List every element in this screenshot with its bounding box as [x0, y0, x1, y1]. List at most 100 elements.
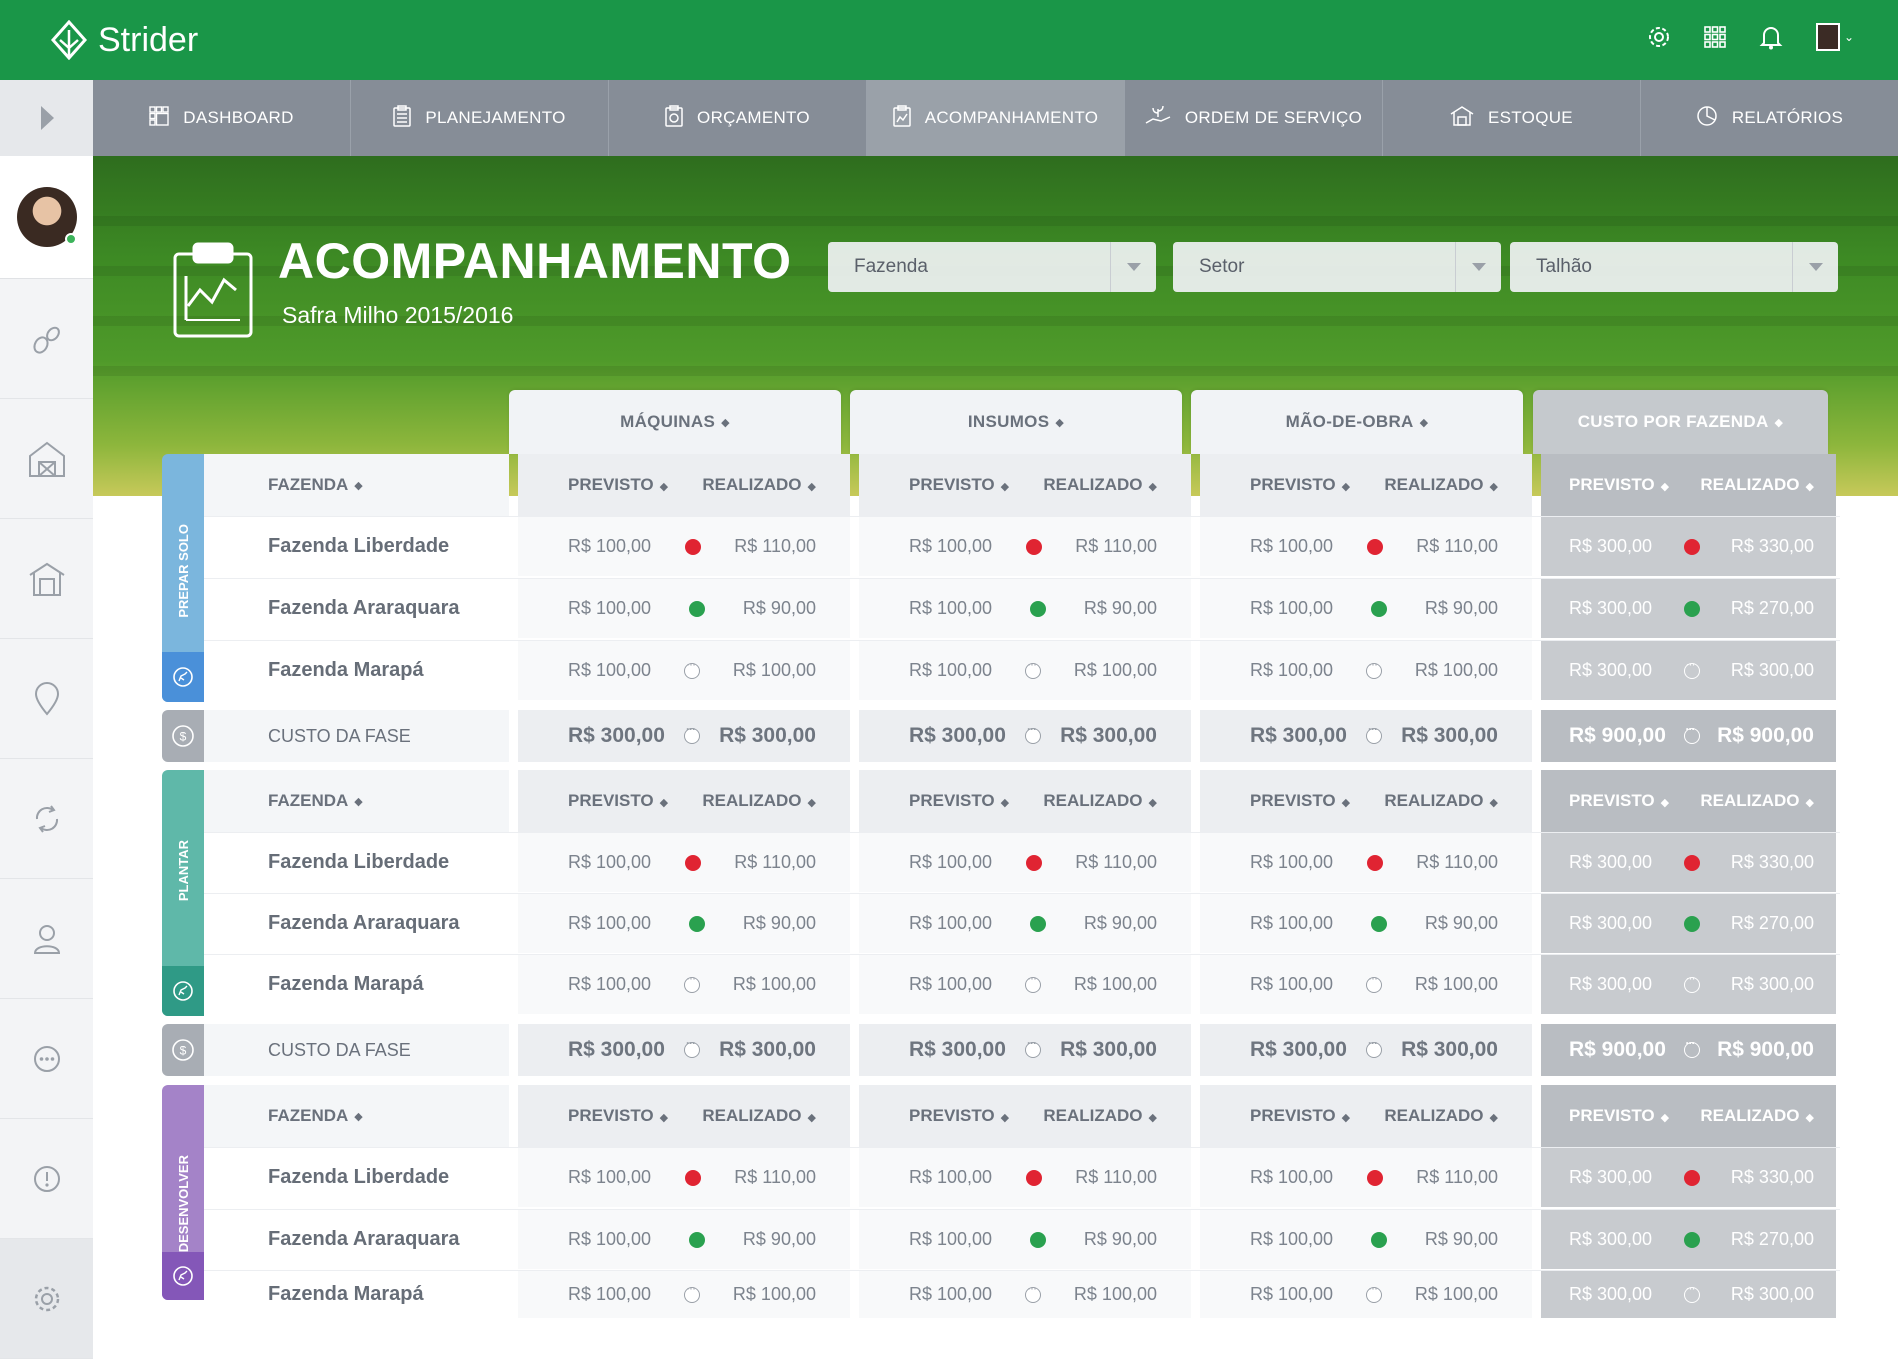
previsto-header[interactable]: PREVISTO ◆	[1569, 1106, 1669, 1126]
custo-cell-group: R$ 900,00 R$ 900,00	[1541, 1024, 1836, 1076]
table-row[interactable]: Fazenda Liberdade R$ 100,00 R$ 110,00 R$ 10…	[204, 516, 1840, 576]
previsto-header[interactable]: PREVISTO ◆	[1250, 475, 1350, 495]
realizado-header[interactable]: REALIZADO ◆	[1043, 791, 1157, 811]
table-row[interactable]: Fazenda Liberdade R$ 100,00 R$ 110,00 R$ 10…	[204, 1147, 1840, 1207]
realizado-header[interactable]: REALIZADO ◆	[1700, 1106, 1814, 1126]
previsto-value: R$ 100,00	[1250, 598, 1334, 618]
custo-previsto: R$ 300,00	[909, 724, 1006, 747]
table-row[interactable]: Fazenda Araraquara R$ 100,00 R$ 90,00 R$ 10…	[204, 1209, 1840, 1269]
fazenda-select[interactable]: Fazenda	[828, 242, 1156, 292]
previsto-header[interactable]: PREVISTO ◆	[1569, 475, 1669, 495]
header-label: REALIZADO	[1384, 1106, 1484, 1125]
previsto-header[interactable]: PREVISTO ◆	[568, 475, 668, 495]
column-label: INSUMOS	[967, 412, 1050, 431]
header-label: PREVISTO	[909, 791, 995, 810]
previsto-header[interactable]: PREVISTO ◆	[1569, 791, 1669, 811]
status-red-icon	[1025, 1169, 1042, 1186]
sort-icon: ◆	[1805, 797, 1814, 809]
realizado-header[interactable]: REALIZADO ◆	[1384, 475, 1498, 495]
sidebar-item-seeds[interactable]	[0, 279, 93, 399]
fazenda-header[interactable]: FAZENDA ◆	[204, 770, 509, 832]
phase-edit-icon[interactable]	[162, 1252, 204, 1300]
previsto-header[interactable]: PREVISTO ◆	[909, 791, 1009, 811]
sidebar-item-warehouse[interactable]	[0, 519, 93, 639]
sidebar-toggle[interactable]	[0, 80, 93, 156]
sidebar-user[interactable]	[0, 156, 93, 279]
previsto-header[interactable]: PREVISTO ◆	[1250, 1106, 1350, 1126]
realizado-header[interactable]: REALIZADO ◆	[702, 1106, 816, 1126]
user-icon	[33, 924, 60, 954]
table-row[interactable]: Fazenda MarapáR$ 100,00R$ 100,00R$ 100,0…	[204, 954, 1840, 1014]
realizado-value: R$ 330,00	[1730, 1167, 1814, 1187]
sidebar-item-more[interactable]	[0, 999, 93, 1119]
nav-estoque[interactable]: ESTOQUE	[1383, 80, 1641, 156]
table-row[interactable]: Fazenda MarapáR$ 100,00R$ 100,00R$ 100,0…	[204, 1270, 1840, 1318]
realizado-header[interactable]: REALIZADO ◆	[1700, 475, 1814, 495]
column-header-insumos[interactable]: INSUMOS ◆	[850, 390, 1182, 454]
realizado-header[interactable]: REALIZADO ◆	[702, 475, 816, 495]
apps-grid-icon[interactable]	[1700, 22, 1730, 52]
phase-edit-icon[interactable]	[162, 652, 204, 702]
phase-edit-icon[interactable]	[162, 966, 204, 1016]
nav-dashboard[interactable]: DASHBOARD	[93, 80, 351, 156]
sidebar-item-location[interactable]	[0, 639, 93, 759]
realizado-header[interactable]: REALIZADO ◆	[1384, 791, 1498, 811]
realizado-value: R$ 300,00	[1730, 1284, 1814, 1304]
fazenda-header[interactable]: FAZENDA ◆	[204, 1085, 509, 1147]
realizado-header[interactable]: REALIZADO ◆	[1043, 1106, 1157, 1126]
custo-cell-group: R$ 900,00 R$ 900,00	[1541, 710, 1836, 762]
value-cell-group: R$ 100,00 R$ 100,00	[518, 1271, 850, 1318]
nav-orçamento[interactable]: ORÇAMENTO	[609, 80, 867, 156]
notifications-bell-icon[interactable]	[1756, 22, 1786, 52]
realizado-value: R$ 100,00	[732, 1284, 816, 1304]
previsto-header[interactable]: PREVISTO ◆	[909, 475, 1009, 495]
previsto-value: R$ 100,00	[1250, 536, 1334, 556]
sidebar-item-sync[interactable]	[0, 759, 93, 879]
nav-relatórios[interactable]: RELATÓRIOS	[1641, 80, 1898, 156]
realizado-header[interactable]: REALIZADO ◆	[1384, 1106, 1498, 1126]
previsto-header[interactable]: PREVISTO ◆	[1250, 791, 1350, 811]
talhao-select[interactable]: Talhão	[1510, 242, 1838, 292]
status-red-icon	[684, 538, 701, 555]
realizado-header[interactable]: REALIZADO ◆	[1700, 791, 1814, 811]
nav-label: DASHBOARD	[183, 108, 294, 127]
column-header-maquinas[interactable]: MÁQUINAS ◆	[509, 390, 841, 454]
previsto-header[interactable]: PREVISTO ◆	[568, 1106, 668, 1126]
user-menu[interactable]: ⌄	[1812, 22, 1858, 52]
nav-acompanhamento[interactable]: ACOMPANHAMENTO	[867, 80, 1125, 156]
table-row[interactable]: Fazenda MarapáR$ 100,00R$ 100,00R$ 100,0…	[204, 640, 1840, 700]
sidebar-item-settings[interactable]	[0, 1239, 93, 1359]
sidebar-item-barn[interactable]	[0, 399, 93, 519]
sort-icon: ◆	[1489, 481, 1498, 493]
realizado-value: R$ 110,00	[1075, 852, 1157, 872]
dollar-circle-icon: $	[172, 1039, 194, 1061]
previsto-value: R$ 100,00	[568, 598, 652, 618]
farm-name: Fazenda Liberdade	[204, 517, 509, 576]
previsto-value: R$ 100,00	[1250, 974, 1334, 994]
previsto-header[interactable]: PREVISTO ◆	[568, 791, 668, 811]
nav-ordem-de-serviço[interactable]: ORDEM DE SERVIÇO	[1125, 80, 1383, 156]
table-row[interactable]: Fazenda Liberdade R$ 100,00 R$ 110,00 R$ 10…	[204, 832, 1840, 892]
table-row[interactable]: Fazenda Araraquara R$ 100,00 R$ 90,00 R$ 10…	[204, 893, 1840, 953]
fazenda-header[interactable]: FAZENDA ◆	[204, 454, 509, 516]
previsto-header[interactable]: PREVISTO ◆	[909, 1106, 1009, 1126]
status-neutral-icon	[684, 1036, 700, 1058]
column-header-mao-de-obra[interactable]: MÃO-DE-OBRA ◆	[1191, 390, 1523, 454]
previsto-value: R$ 100,00	[568, 536, 652, 556]
setor-select[interactable]: Setor	[1173, 242, 1501, 292]
previsto-value: R$ 100,00	[1250, 1167, 1334, 1187]
realizado-header[interactable]: REALIZADO ◆	[702, 791, 816, 811]
value-cell-group: R$ 300,00 R$ 330,00	[1541, 517, 1836, 576]
previsto-value: R$ 100,00	[909, 1167, 993, 1187]
settings-icon[interactable]	[1644, 22, 1674, 52]
status-neutral-icon	[1683, 1281, 1700, 1303]
column-header-custo-por-fazenda[interactable]: CUSTO POR FAZENDA ◆	[1533, 390, 1828, 454]
realizado-header[interactable]: REALIZADO ◆	[1043, 475, 1157, 495]
app-logo[interactable]: Strider	[50, 20, 198, 60]
previsto-value: R$ 100,00	[1250, 1284, 1334, 1304]
table-row[interactable]: Fazenda Araraquara R$ 100,00 R$ 90,00 R$ 10…	[204, 578, 1840, 638]
value-cell-group: R$ 100,00 R$ 90,00	[518, 894, 850, 953]
sidebar-item-alerts[interactable]	[0, 1119, 93, 1239]
sidebar-item-user[interactable]	[0, 879, 93, 999]
nav-planejamento[interactable]: PLANEJAMENTO	[351, 80, 609, 156]
